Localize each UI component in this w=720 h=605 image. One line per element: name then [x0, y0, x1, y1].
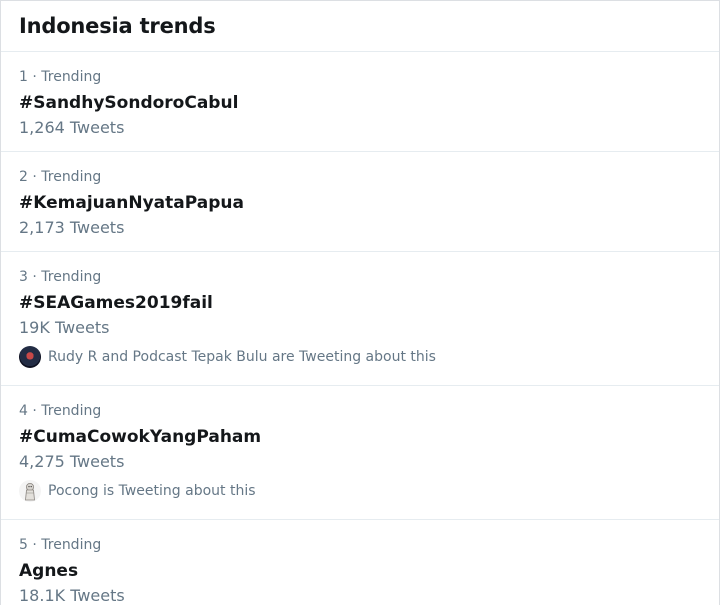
tweet-count: 2,173 Tweets — [19, 218, 125, 237]
trend-item-1[interactable]: 1 · Trending #SandhySondoroCabul 1,264 T… — [1, 52, 719, 152]
trend-name[interactable]: #CumaCowokYangPaham — [19, 426, 719, 448]
trends-panel: Indonesia trends 1 · Trending #SandhySon… — [0, 0, 720, 605]
trend-context[interactable]: Pocong is Tweeting about this — [19, 480, 719, 502]
trend-item-3[interactable]: 3 · Trending #SEAGames2019fail 19K Tweet… — [1, 252, 719, 386]
trend-name[interactable]: Agnes — [19, 560, 719, 582]
trend-item-4[interactable]: 4 · Trending #CumaCowokYangPaham 4,275 T… — [1, 386, 719, 520]
trend-name[interactable]: #SandhySondoroCabul — [19, 92, 719, 114]
tweet-count: 19K Tweets — [19, 318, 110, 337]
pocong-avatar-icon[interactable] — [19, 480, 41, 502]
context-text: Rudy R and Podcast Tepak Bulu are Tweeti… — [48, 349, 436, 365]
context-text: Pocong is Tweeting about this — [48, 483, 256, 499]
tweet-count: 4,275 Tweets — [19, 452, 125, 471]
trend-rank: 1 · Trending — [19, 69, 102, 85]
trend-rank: 4 · Trending — [19, 403, 102, 419]
user-avatar-icon[interactable] — [19, 346, 41, 368]
trend-rank: 3 · Trending — [19, 269, 102, 285]
tweet-count: 1,264 Tweets — [19, 118, 125, 137]
trend-rank: 2 · Trending — [19, 169, 102, 185]
trend-item-2[interactable]: 2 · Trending #KemajuanNyataPapua 2,173 T… — [1, 152, 719, 252]
tweet-count: 18.1K Tweets — [19, 586, 125, 605]
trend-rank: 5 · Trending — [19, 537, 102, 553]
trend-name[interactable]: #KemajuanNyataPapua — [19, 192, 719, 214]
trend-context[interactable]: Rudy R and Podcast Tepak Bulu are Tweeti… — [19, 346, 719, 368]
trend-name[interactable]: #SEAGames2019fail — [19, 292, 719, 314]
trend-item-5[interactable]: 5 · Trending Agnes 18.1K Tweets — [1, 520, 719, 605]
page-title: Indonesia trends — [19, 14, 216, 38]
trends-header: Indonesia trends — [1, 1, 719, 52]
